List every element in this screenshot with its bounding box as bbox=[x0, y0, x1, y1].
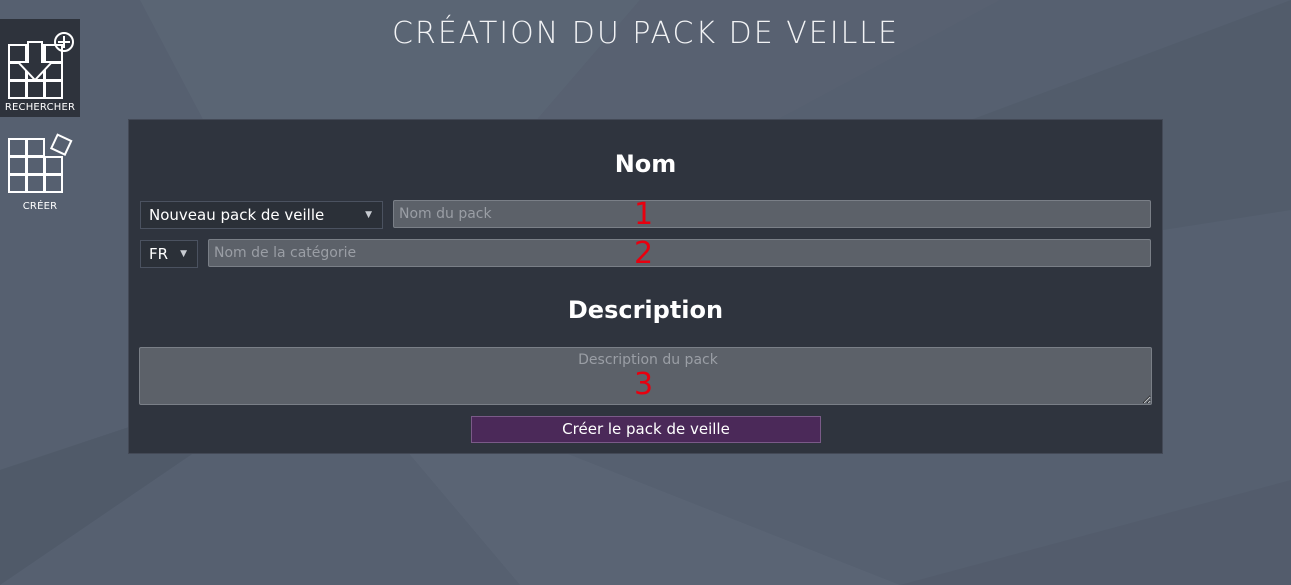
description-textarea[interactable] bbox=[139, 347, 1152, 405]
page-title: CRÉATION DU PACK DE VEILLE bbox=[392, 16, 899, 51]
pack-select[interactable]: Nouveau pack de veille ▼ bbox=[140, 201, 383, 229]
sidebar-create-button[interactable]: CRÉER bbox=[0, 130, 80, 214]
language-select[interactable]: FR ▼ bbox=[140, 240, 198, 268]
pack-select-value: Nouveau pack de veille bbox=[149, 206, 325, 224]
language-select-value: FR bbox=[149, 245, 169, 263]
create-pack-button[interactable]: Créer le pack de veille bbox=[471, 416, 821, 443]
sidebar-create-label: CRÉER bbox=[22, 201, 58, 212]
description-section-title: Description bbox=[567, 296, 724, 324]
chevron-down-icon: ▼ bbox=[180, 249, 187, 259]
pack-name-input[interactable] bbox=[393, 200, 1151, 228]
category-name-input[interactable] bbox=[208, 239, 1151, 267]
grid-create-icon bbox=[8, 133, 73, 193]
pack-creation-panel: Nom Nouveau pack de veille ▼ FR ▼ Descri… bbox=[128, 119, 1163, 454]
name-section-title: Nom bbox=[614, 150, 677, 178]
chevron-down-icon: ▼ bbox=[365, 210, 372, 220]
sidebar-search-label: RECHERCHER bbox=[4, 102, 76, 113]
